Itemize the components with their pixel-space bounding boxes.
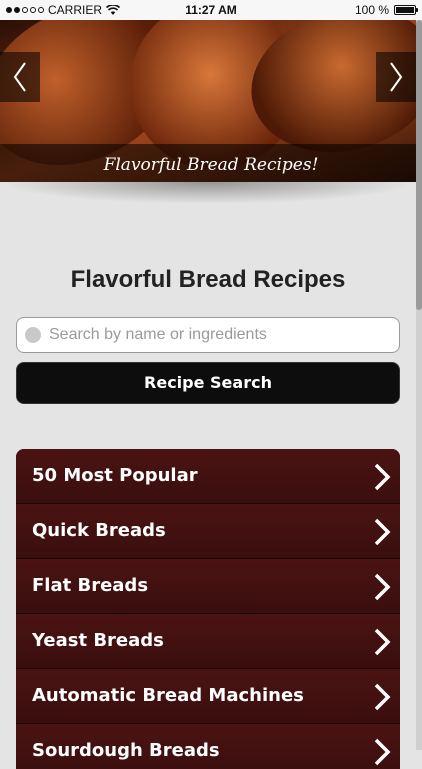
status-bar: CARRIER 11:27 AM 100 % bbox=[0, 0, 422, 20]
list-item-label: Sourdough Breads bbox=[32, 740, 220, 761]
recipe-search-button[interactable]: Recipe Search bbox=[16, 362, 400, 404]
page-title: Flavorful Bread Recipes bbox=[70, 266, 346, 293]
list-item[interactable]: Quick Breads bbox=[16, 504, 400, 559]
battery-icon bbox=[394, 5, 418, 15]
list-item-label: Quick Breads bbox=[32, 520, 166, 541]
chevron-right-icon bbox=[390, 62, 403, 92]
list-item-label: Flat Breads bbox=[32, 575, 149, 596]
chevron-right-icon bbox=[374, 628, 391, 656]
battery-fill bbox=[396, 7, 414, 13]
battery-percent: 100 % bbox=[354, 3, 389, 17]
list-item-label: Yeast Breads bbox=[32, 630, 164, 651]
status-right: 100 % bbox=[354, 3, 418, 17]
list-item[interactable]: Flat Breads bbox=[16, 559, 400, 614]
list-item-label: Automatic Bread Machines bbox=[32, 685, 304, 706]
search-field[interactable] bbox=[16, 317, 400, 353]
chevron-right-icon bbox=[374, 463, 391, 491]
search-input[interactable] bbox=[47, 325, 371, 345]
chevron-right-icon bbox=[374, 573, 391, 601]
chevron-right-icon bbox=[374, 683, 391, 711]
list-item-label: 50 Most Popular bbox=[32, 465, 198, 486]
list-item[interactable]: Yeast Breads bbox=[16, 614, 400, 669]
previous-slide-button[interactable] bbox=[0, 52, 40, 102]
list-item[interactable]: 50 Most Popular bbox=[16, 449, 400, 504]
list-item[interactable]: Sourdough Breads bbox=[16, 724, 400, 769]
next-slide-button[interactable] bbox=[376, 52, 416, 102]
hero-banner[interactable]: Flavorful Bread Recipes! bbox=[0, 20, 422, 182]
list-item[interactable]: Automatic Bread Machines bbox=[16, 669, 400, 724]
search-circle-icon bbox=[25, 327, 41, 343]
scrollbar-thumb[interactable] bbox=[416, 20, 422, 310]
banner-shadow bbox=[0, 182, 416, 204]
chevron-left-icon bbox=[13, 62, 26, 92]
banner-caption: Flavorful Bread Recipes! bbox=[103, 155, 319, 175]
chevron-right-icon bbox=[374, 738, 391, 766]
category-list: 50 Most Popular Quick Breads Flat Breads… bbox=[16, 449, 400, 769]
chevron-right-icon bbox=[374, 518, 391, 546]
